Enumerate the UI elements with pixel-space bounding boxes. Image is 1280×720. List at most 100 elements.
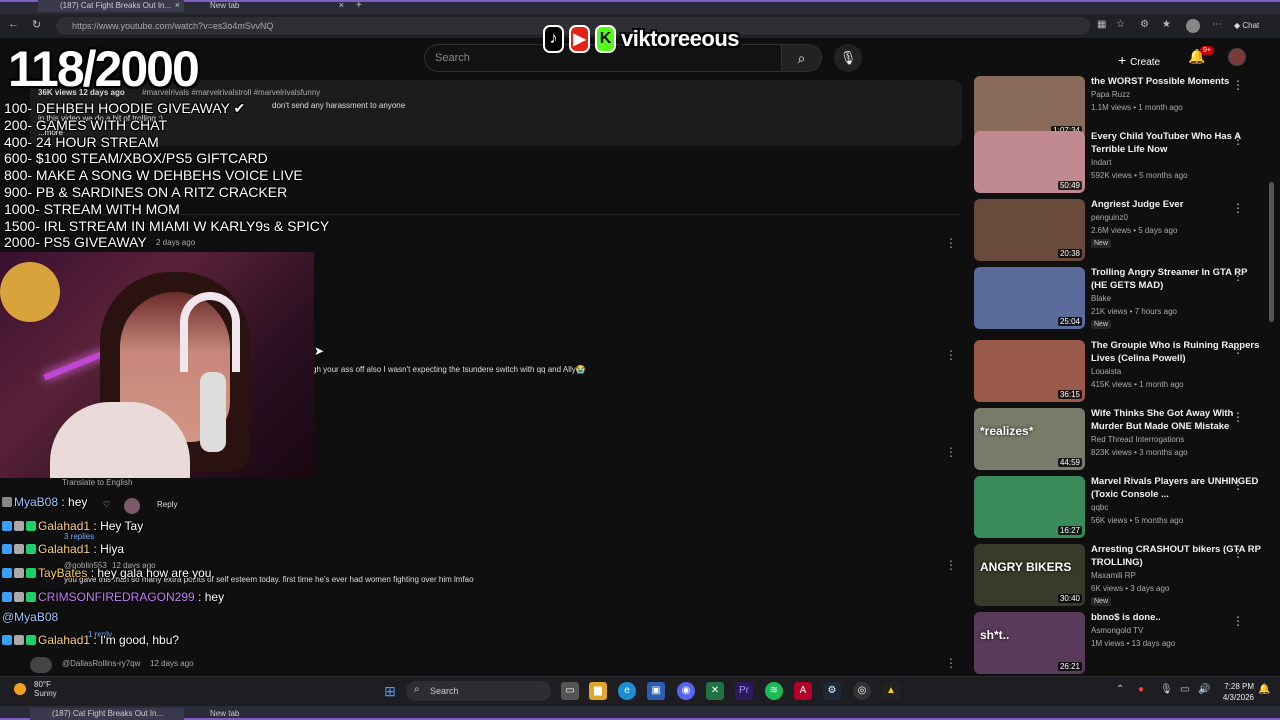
microphone bbox=[200, 372, 226, 452]
tab-new[interactable]: New tab bbox=[188, 708, 348, 720]
video-menu-icon[interactable]: ⋮ bbox=[1232, 78, 1244, 92]
acrobat-icon[interactable]: A bbox=[794, 682, 812, 700]
channel-name[interactable]: Maxamili RP bbox=[1091, 571, 1136, 580]
video-thumbnail[interactable]: 36:15 bbox=[974, 340, 1085, 402]
video-thumbnail[interactable]: 20:38 bbox=[974, 199, 1085, 261]
back-arrow-icon[interactable]: ← bbox=[8, 18, 19, 30]
weather-widget[interactable]: 80°F Sunny bbox=[34, 680, 57, 698]
task-view-icon[interactable]: ▭ bbox=[561, 682, 579, 700]
recommended-video[interactable]: 16:27 Marvel Rivals Players are UNHINGED … bbox=[974, 476, 1274, 540]
discord-icon[interactable]: ◉ bbox=[677, 682, 695, 700]
video-menu-icon[interactable]: ⋮ bbox=[1232, 410, 1244, 424]
video-thumbnail[interactable]: 50:49 bbox=[974, 131, 1085, 193]
tab-new[interactable]: New tab × bbox=[188, 0, 348, 12]
chat-badge-icon bbox=[2, 544, 12, 554]
video-menu-icon[interactable]: ⋮ bbox=[1232, 342, 1244, 356]
profile-icon[interactable] bbox=[1186, 19, 1200, 33]
chat-badge-icon bbox=[26, 568, 36, 578]
store-icon[interactable]: ▣ bbox=[647, 682, 665, 700]
tab-youtube[interactable]: (187) Cat Fight Breaks Out In... × bbox=[38, 0, 184, 12]
chat-message: CRIMSONFIREDRAGON299 : hey bbox=[2, 590, 224, 604]
chat-badge-icon bbox=[2, 568, 12, 578]
comment-menu-icon[interactable]: ⋮ bbox=[945, 236, 957, 250]
clock[interactable]: 7:28 PM 4/3/2026 bbox=[1218, 681, 1254, 703]
video-thumbnail[interactable]: 1:07:34 bbox=[974, 76, 1085, 138]
avatar[interactable] bbox=[1228, 48, 1246, 66]
create-button[interactable]: + Create bbox=[1118, 46, 1176, 70]
file-explorer-icon[interactable]: ▆ bbox=[589, 682, 607, 700]
replies-toggle[interactable]: 3 replies bbox=[64, 532, 94, 541]
reload-icon[interactable]: ↻ bbox=[32, 18, 41, 31]
more-icon[interactable]: ⋯ bbox=[1212, 19, 1222, 30]
chat-user: MyaB08 bbox=[14, 495, 59, 509]
video-menu-icon[interactable]: ⋮ bbox=[1232, 269, 1244, 283]
video-thumbnail[interactable]: 16:27 bbox=[974, 476, 1085, 538]
weather-condition: Sunny bbox=[34, 689, 57, 698]
close-tab-icon[interactable]: × bbox=[175, 0, 180, 10]
scrollbar[interactable] bbox=[1269, 182, 1274, 322]
video-thumbnail[interactable]: ANGRY BIKERS 30:40 bbox=[974, 544, 1085, 606]
video-menu-icon[interactable]: ⋮ bbox=[1232, 546, 1244, 560]
taskbar-search[interactable]: Search bbox=[406, 681, 551, 701]
recommended-video[interactable]: 36:15 The Groupie Who is Ruining Rappers … bbox=[974, 340, 1274, 404]
extensions-icon[interactable]: ⚙ bbox=[1140, 19, 1149, 30]
video-menu-icon[interactable]: ⋮ bbox=[1232, 201, 1244, 215]
notification-icon[interactable]: 🔔 bbox=[1258, 684, 1270, 695]
recommended-video[interactable]: sh*t.. 26:21 bbno$ is done.. Asmongold TV 1M… bbox=[974, 612, 1274, 676]
video-menu-icon[interactable]: ⋮ bbox=[1232, 478, 1244, 492]
spotify-icon[interactable]: ≋ bbox=[765, 682, 783, 700]
comment-text: gh your ass off also I wasn't expecting … bbox=[312, 365, 586, 374]
goal-item: 400- 24 HOUR STREAM bbox=[4, 133, 159, 150]
favorites-icon[interactable]: ★ bbox=[1162, 19, 1171, 30]
reply-button[interactable]: Reply bbox=[157, 500, 177, 509]
apps-icon[interactable]: ▦ bbox=[1097, 19, 1106, 30]
steam-icon[interactable]: ⚙ bbox=[823, 682, 841, 700]
channel-name[interactable]: Louaista bbox=[1091, 367, 1121, 376]
obs-icon[interactable]: ◎ bbox=[853, 682, 871, 700]
recommended-video[interactable]: ANGRY BIKERS 30:40 Arresting CRASHOUT bike… bbox=[974, 544, 1274, 608]
channel-name[interactable]: Asmongold TV bbox=[1091, 626, 1143, 635]
video-menu-icon[interactable]: ⋮ bbox=[1232, 133, 1244, 147]
video-thumbnail[interactable]: 25:04 bbox=[974, 267, 1085, 329]
copilot-chat-button[interactable]: ◆ Chat bbox=[1234, 21, 1259, 30]
notification-badge: 9+ bbox=[1200, 46, 1214, 55]
new-tab-icon[interactable]: + bbox=[356, 0, 362, 11]
recommended-video[interactable]: *realizes* 44:59 Wife Thinks She Got Away … bbox=[974, 408, 1274, 472]
search-icon[interactable]: ⌕ bbox=[782, 44, 822, 72]
translate-link[interactable]: Translate to English bbox=[62, 478, 132, 487]
comment-menu-icon[interactable]: ⋮ bbox=[945, 558, 957, 572]
volume-icon[interactable]: 🔊 bbox=[1198, 684, 1210, 695]
like-icon[interactable]: ♡ bbox=[103, 500, 110, 509]
app-icon[interactable]: ▲ bbox=[882, 682, 900, 700]
new-badge: New bbox=[1091, 320, 1112, 329]
video-thumbnail[interactable]: sh*t.. 26:21 bbox=[974, 612, 1085, 674]
channel-name[interactable]: Indart bbox=[1091, 158, 1111, 167]
video-thumbnail[interactable]: *realizes* 44:59 bbox=[974, 408, 1085, 470]
recommended-video[interactable]: 50:49 Every Child YouTuber Who Has A Terr… bbox=[974, 131, 1274, 195]
channel-name[interactable]: penguinz0 bbox=[1091, 213, 1128, 222]
comment-menu-icon[interactable]: ⋮ bbox=[945, 348, 957, 362]
recommended-video[interactable]: 20:38 Angriest Judge Ever penguinz0 2.6M vi… bbox=[974, 199, 1274, 263]
display-icon[interactable]: ▭ bbox=[1180, 684, 1189, 695]
close-tab-icon[interactable]: × bbox=[339, 0, 344, 10]
comment-menu-icon[interactable]: ⋮ bbox=[945, 656, 957, 670]
channel-name[interactable]: Red Thread Interrogations bbox=[1091, 435, 1184, 444]
chat-text: hey gala how are you bbox=[97, 566, 212, 580]
tab-youtube[interactable]: (187) Cat Fight Breaks Out In... bbox=[30, 708, 184, 720]
video-menu-icon[interactable]: ⋮ bbox=[1232, 614, 1244, 628]
microphone-tray-icon[interactable]: 🎙 bbox=[1160, 684, 1173, 695]
channel-name[interactable]: Papa Ruzz bbox=[1091, 90, 1130, 99]
edge-browser-icon[interactable]: e bbox=[618, 682, 636, 700]
tray-app-icon[interactable]: ● bbox=[1138, 684, 1144, 695]
tray-chevron-icon[interactable]: ⌃ bbox=[1116, 684, 1124, 695]
channel-name[interactable]: Blake bbox=[1091, 294, 1111, 303]
comment-author[interactable]: @DallasRollins-ry7qw bbox=[62, 659, 140, 668]
microphone-icon[interactable]: 🎙 bbox=[834, 44, 862, 72]
excel-icon[interactable]: ✕ bbox=[706, 682, 724, 700]
favorite-icon[interactable]: ☆ bbox=[1116, 19, 1125, 30]
windows-start-icon[interactable]: ⊞ bbox=[381, 682, 399, 700]
comment-menu-icon[interactable]: ⋮ bbox=[945, 445, 957, 459]
channel-name[interactable]: qqbc bbox=[1091, 503, 1108, 512]
premiere-icon[interactable]: Pr bbox=[735, 682, 753, 700]
recommended-video[interactable]: 25:04 Trolling Angry Streamer In GTA RP (… bbox=[974, 267, 1274, 331]
